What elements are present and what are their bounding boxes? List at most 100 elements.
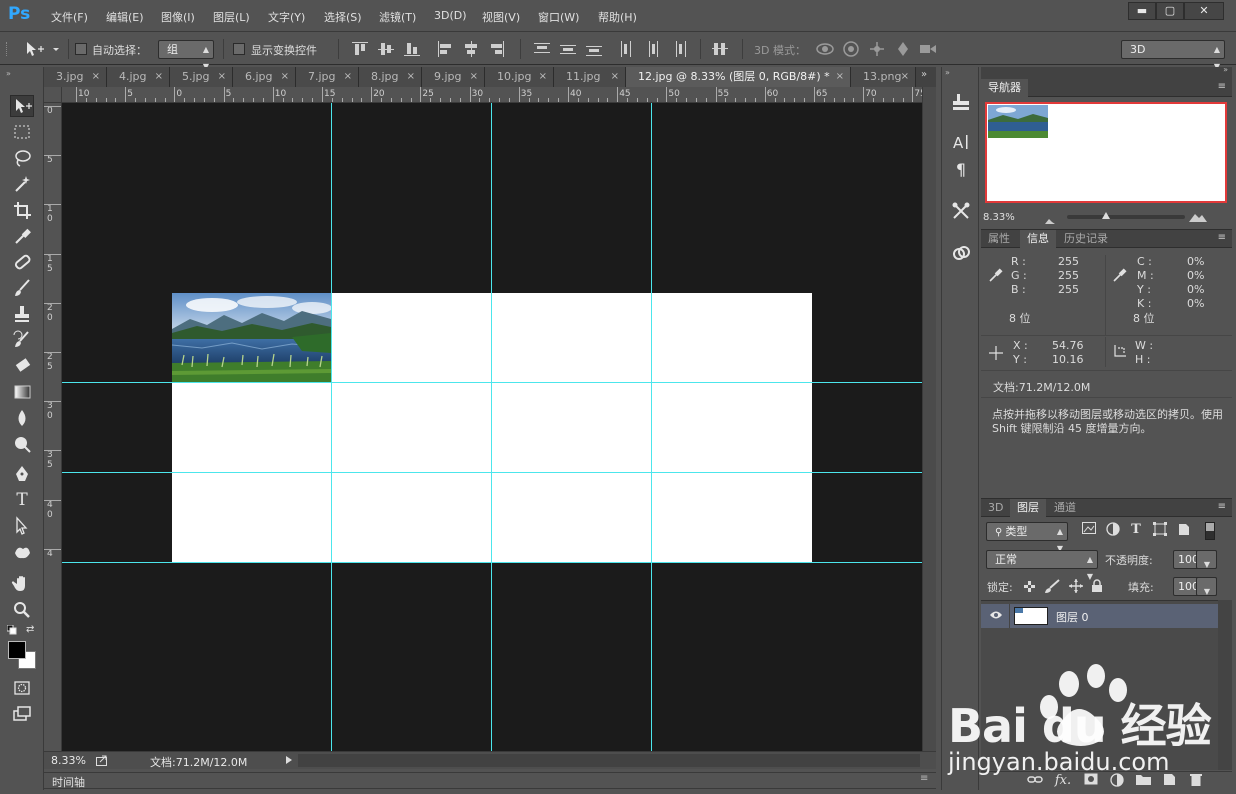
lock-position-icon[interactable] xyxy=(1069,579,1083,593)
align-left-icon[interactable] xyxy=(437,41,453,57)
eyedropper-icon[interactable] xyxy=(988,267,1004,283)
foreground-color-swatch[interactable] xyxy=(8,641,26,659)
distribute-top-icon[interactable] xyxy=(534,41,550,57)
auto-select-checkbox[interactable] xyxy=(75,43,87,55)
distribute-bottom-icon[interactable] xyxy=(586,41,602,57)
guide-horizontal-3[interactable] xyxy=(62,562,922,563)
tab-properties[interactable]: 属性 xyxy=(981,230,1017,248)
zoom-tool-icon[interactable] xyxy=(10,599,34,621)
menu-help[interactable]: 帮助(H) xyxy=(598,9,637,25)
landscape-photo-layer[interactable] xyxy=(172,293,331,382)
lock-all-icon[interactable] xyxy=(1091,579,1103,593)
info-menu-icon[interactable]: ≡ xyxy=(1218,232,1226,243)
close-tab-icon[interactable]: × xyxy=(92,67,100,87)
menu-view[interactable]: 视图(V) xyxy=(482,9,520,25)
filter-smart-object-icon[interactable] xyxy=(1174,522,1194,540)
3d-slide-icon[interactable] xyxy=(898,42,908,56)
document-tab[interactable]: 4.jpg × xyxy=(107,67,170,87)
canvas-area[interactable] xyxy=(62,103,922,751)
distribute-vcenter-icon[interactable] xyxy=(560,41,576,57)
layer-row[interactable]: 图层 0 xyxy=(981,604,1218,628)
timeline-menu-icon[interactable]: ≡ xyxy=(920,773,928,784)
tab-3d[interactable]: 3D xyxy=(981,499,1010,517)
document-tab[interactable]: 10.jpg × xyxy=(485,67,554,87)
eyedropper-tool-icon[interactable] xyxy=(10,225,34,247)
guide-vertical-2[interactable] xyxy=(491,103,492,751)
crop-tool-icon[interactable] xyxy=(10,199,34,221)
layer-filter-dropdown[interactable]: ⚲ 类型 ▲ ▼ xyxy=(986,522,1068,553)
default-colors-icon[interactable] xyxy=(6,624,17,635)
eye-visibility-icon[interactable] xyxy=(989,609,1003,621)
quick-mask-icon[interactable] xyxy=(10,677,34,699)
close-tab-icon[interactable]: × xyxy=(407,67,415,87)
lock-pixels-brush-icon[interactable] xyxy=(1044,579,1060,593)
close-tab-icon[interactable]: × xyxy=(470,67,478,87)
horizontal-scrollbar[interactable] xyxy=(298,754,920,767)
dodge-tool-icon[interactable] xyxy=(10,433,34,455)
document-tab[interactable]: 9.jpg × xyxy=(422,67,485,87)
zoom-slider-thumb[interactable] xyxy=(1102,212,1110,219)
document-tab[interactable]: 5.jpg × xyxy=(170,67,233,87)
path-selection-tool-icon[interactable] xyxy=(10,515,34,537)
filter-pixel-icon[interactable] xyxy=(1079,522,1099,540)
swap-colors-icon[interactable]: ⇄ xyxy=(26,624,38,636)
document-tab[interactable]: 6.jpg × xyxy=(233,67,296,87)
tool-presets-icon[interactable] xyxy=(950,200,972,222)
timeline-label[interactable]: 时间轴 xyxy=(52,774,85,790)
guide-horizontal-2[interactable] xyxy=(62,472,922,473)
brush-tool-icon[interactable] xyxy=(10,277,34,299)
zoom-level[interactable]: 8.33% xyxy=(51,754,86,767)
blend-mode-dropdown[interactable]: 正常 ▲ ▼ xyxy=(986,550,1098,581)
navigator-zoom-slider[interactable] xyxy=(1067,212,1185,219)
align-bottom-icon[interactable] xyxy=(404,41,420,57)
close-tab-icon[interactable]: × xyxy=(611,67,619,87)
move-tool-icon[interactable] xyxy=(10,95,34,117)
status-menu-arrow-icon[interactable] xyxy=(286,756,292,764)
close-tab-icon[interactable]: × xyxy=(281,67,289,87)
opacity-slider-button[interactable]: ▼ xyxy=(1196,550,1217,569)
marquee-tool-icon[interactable] xyxy=(10,121,34,143)
fill-slider-button[interactable]: ▼ xyxy=(1196,577,1217,596)
lasso-tool-icon[interactable] xyxy=(10,147,34,169)
guide-vertical-3[interactable] xyxy=(651,103,652,751)
close-tab-icon[interactable]: × xyxy=(218,67,226,87)
distribute-right-icon[interactable] xyxy=(671,41,687,57)
close-tab-icon[interactable]: × xyxy=(836,67,844,87)
navigator-preview[interactable] xyxy=(985,102,1227,203)
auto-align-icon[interactable] xyxy=(712,41,728,57)
auto-select-dropdown[interactable]: 组▲▼ xyxy=(158,40,214,71)
menu-filter[interactable]: 滤镜(T) xyxy=(379,9,416,25)
3d-roll-icon[interactable] xyxy=(843,41,859,57)
3d-pan-icon[interactable] xyxy=(870,42,884,56)
menu-select[interactable]: 选择(S) xyxy=(324,9,362,25)
close-tab-icon[interactable]: × xyxy=(901,67,909,87)
vertical-ruler[interactable]: 0 5 1 0 1 5 2 0 2 5 3 0 3 5 4 0 4 xyxy=(44,103,62,751)
workspace-dropdown[interactable]: 3D▲▼ xyxy=(1121,40,1225,71)
close-tab-icon[interactable]: × xyxy=(539,67,547,87)
filter-toggle-switch[interactable] xyxy=(1205,522,1215,540)
zoom-in-mountain-icon[interactable] xyxy=(1189,212,1207,222)
menu-image[interactable]: 图像(I) xyxy=(161,9,195,25)
eyedropper-cmyk-icon[interactable] xyxy=(1112,267,1128,283)
custom-shape-tool-icon[interactable] xyxy=(10,541,34,563)
eraser-tool-icon[interactable] xyxy=(10,355,34,377)
menu-window[interactable]: 窗口(W) xyxy=(538,9,579,25)
layer-name[interactable]: 图层 0 xyxy=(1056,609,1089,625)
minimize-button[interactable]: ▬ xyxy=(1128,2,1156,20)
tab-info[interactable]: 信息 xyxy=(1020,230,1056,248)
close-window-button[interactable]: ✕ xyxy=(1184,2,1224,20)
3d-scale-icon[interactable] xyxy=(920,45,936,53)
gradient-tool-icon[interactable] xyxy=(10,381,34,403)
tab-layers[interactable]: 图层 xyxy=(1010,499,1046,517)
layers-menu-icon[interactable]: ≡ xyxy=(1218,501,1226,512)
healing-brush-tool-icon[interactable] xyxy=(10,251,34,273)
close-tab-icon[interactable]: × xyxy=(155,67,163,87)
filter-type-icon[interactable]: T xyxy=(1126,521,1146,539)
distribute-left-icon[interactable] xyxy=(619,41,635,57)
pen-tool-icon[interactable] xyxy=(10,463,34,485)
show-transform-checkbox[interactable] xyxy=(233,43,245,55)
magic-wand-tool-icon[interactable] xyxy=(10,173,34,195)
close-tab-icon[interactable]: × xyxy=(344,67,352,87)
zoom-out-mountain-icon[interactable] xyxy=(1045,214,1055,224)
collapse-tools-icon[interactable]: » xyxy=(6,69,11,78)
